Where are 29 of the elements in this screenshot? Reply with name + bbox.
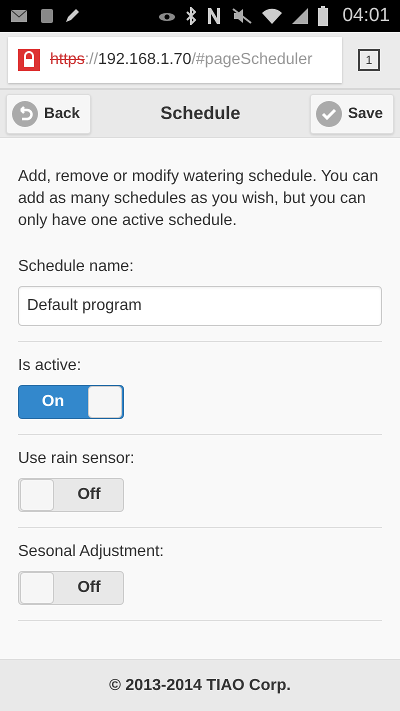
bluetooth-icon	[186, 7, 196, 25]
address-bar[interactable]: https://192.168.1.70/#pageScheduler	[8, 37, 342, 83]
check-icon	[316, 100, 342, 126]
clock-time: 04:01	[342, 5, 390, 27]
wifi-icon	[262, 8, 282, 24]
page-title: Schedule	[159, 103, 242, 124]
tabs-button[interactable]: 1	[358, 49, 380, 71]
toggle-switch[interactable]: Off	[18, 478, 124, 512]
battery-icon	[318, 6, 328, 26]
text-field[interactable]: Default program	[18, 286, 382, 326]
notification-icon	[40, 8, 54, 24]
back-icon	[12, 100, 38, 126]
mail-icon	[10, 8, 30, 24]
nfc-icon	[206, 7, 222, 25]
signal-icon	[292, 8, 308, 24]
toggle-switch[interactable]: Off	[18, 571, 124, 605]
field-label: Is active:	[18, 356, 82, 376]
field-label: Schedule name:	[18, 257, 135, 277]
url-text: https://192.168.1.70/#pageScheduler	[50, 51, 312, 69]
back-button[interactable]: Back	[6, 94, 91, 134]
copyright-text: © 2013-2014 TIAO Corp.	[109, 676, 291, 694]
intro-text: Add, remove or modify watering schedule. You can add as many schedules as you wish, but you can only have one active schedule.	[18, 167, 380, 231]
field-label: Sesonal Adjustment:	[18, 542, 165, 562]
pencil-icon	[64, 8, 80, 24]
field-label: Use rain sensor:	[18, 449, 136, 469]
lock-icon	[18, 49, 40, 71]
save-button[interactable]: Save	[310, 94, 394, 134]
toggle-switch[interactable]: On	[18, 385, 124, 419]
mute-icon	[232, 8, 252, 24]
